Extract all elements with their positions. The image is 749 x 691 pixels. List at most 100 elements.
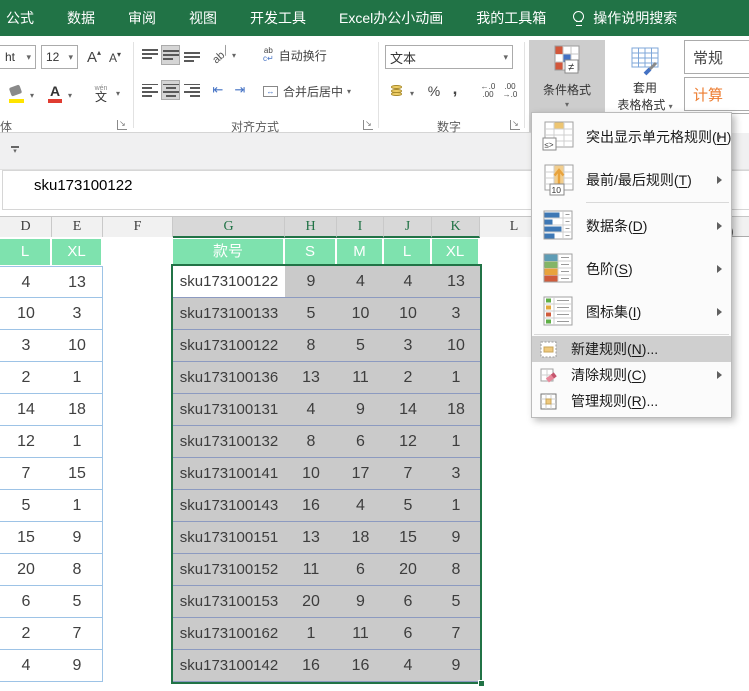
right-table-cell[interactable]: 6 (384, 586, 433, 618)
right-table-cell[interactable]: 5 (285, 298, 338, 330)
left-table-cell[interactable]: 15 (52, 458, 103, 490)
right-table-cell[interactable]: 1 (432, 490, 481, 522)
right-table-cell[interactable]: 3 (384, 330, 433, 362)
left-table-cell[interactable]: 10 (0, 298, 53, 330)
menu-item-clear-rules[interactable]: 清除规则(C) (532, 362, 731, 388)
right-table-cell[interactable]: sku173100122 (173, 330, 286, 362)
fill-color-dropdown[interactable]: ▾ (30, 91, 34, 100)
right-table-header-3[interactable]: L (384, 239, 430, 265)
font-dialog-launcher-icon[interactable]: ↘ (117, 120, 127, 130)
right-table-cell[interactable]: 8 (285, 330, 338, 362)
active-cell[interactable]: sku173100122 (173, 266, 286, 298)
right-table-cell[interactable]: 14 (384, 394, 433, 426)
right-table-cell[interactable]: 1 (432, 426, 481, 458)
right-table-cell[interactable]: 3 (432, 298, 481, 330)
right-table-cell[interactable]: 5 (432, 586, 481, 618)
right-table-cell[interactable]: 7 (432, 618, 481, 650)
column-header-H[interactable]: H (285, 217, 337, 238)
column-header-D[interactable]: D (0, 217, 52, 237)
right-table-cell[interactable]: 2 (384, 362, 433, 394)
right-table-cell[interactable]: 7 (384, 458, 433, 490)
number-dialog-launcher-icon[interactable]: ↘ (510, 120, 520, 130)
font-size-combo[interactable]: 12 ▾ (41, 45, 78, 69)
column-header-K[interactable]: K (432, 217, 480, 238)
comma-style-button[interactable]: , (448, 78, 462, 100)
right-table-cell[interactable]: 4 (384, 650, 433, 682)
right-table-cell[interactable]: sku173100153 (173, 586, 286, 618)
tab-formulas[interactable]: 公式 (6, 8, 34, 28)
decrease-indent-button[interactable]: ⇤ (209, 80, 227, 100)
right-table-cell[interactable]: 16 (285, 650, 338, 682)
phonetic-dropdown[interactable]: ▾ (116, 89, 120, 98)
right-table-cell[interactable]: sku173100143 (173, 490, 286, 522)
shrink-font-button[interactable]: A▾ (105, 48, 125, 68)
left-table-cell[interactable]: 13 (52, 266, 103, 298)
right-table-cell[interactable]: 9 (337, 394, 385, 426)
align-center-button[interactable] (161, 80, 180, 100)
font-color-dropdown[interactable]: ▾ (68, 91, 72, 100)
align-top-button[interactable] (140, 45, 159, 65)
column-header-F[interactable]: F (103, 217, 173, 237)
increase-decimal-button[interactable]: ←.0.00 (477, 80, 499, 102)
left-table-cell[interactable]: 5 (0, 490, 53, 522)
tab-data[interactable]: 数据 (67, 8, 95, 28)
cell-style-calculation[interactable]: 计算 (684, 77, 749, 111)
right-table-cell[interactable]: 4 (337, 490, 385, 522)
right-table-cell[interactable]: sku173100142 (173, 650, 286, 682)
left-table-cell[interactable]: 3 (52, 298, 103, 330)
left-table-cell[interactable]: 14 (0, 394, 53, 426)
right-table-cell[interactable]: 20 (285, 586, 338, 618)
left-table-cell[interactable]: 9 (52, 522, 103, 554)
left-table-cell[interactable]: 12 (0, 426, 53, 458)
left-table-cell[interactable]: 8 (52, 554, 103, 586)
align-bottom-button[interactable] (182, 45, 201, 65)
right-table-cell[interactable]: 11 (337, 362, 385, 394)
tab-view[interactable]: 视图 (189, 8, 217, 28)
increase-indent-button[interactable]: ⇥ (231, 80, 249, 100)
right-table-header-1[interactable]: S (285, 239, 335, 265)
right-table-cell[interactable]: 1 (432, 362, 481, 394)
right-table-cell[interactable]: 4 (337, 266, 385, 298)
right-table-cell[interactable]: 18 (432, 394, 481, 426)
right-table-cell[interactable]: 8 (285, 426, 338, 458)
right-table-cell[interactable]: 1 (285, 618, 338, 650)
right-table-cell[interactable]: 13 (285, 362, 338, 394)
left-table-cell[interactable]: 4 (0, 650, 53, 682)
left-table-cell[interactable]: 7 (52, 618, 103, 650)
menu-item-color-scales[interactable]: 色阶(S) (532, 247, 731, 290)
right-table-cell[interactable]: sku173100141 (173, 458, 286, 490)
right-table-cell[interactable]: 16 (337, 650, 385, 682)
right-table-cell[interactable]: 4 (384, 266, 433, 298)
right-table-cell[interactable]: sku173100151 (173, 522, 286, 554)
right-table-cell[interactable]: sku173100136 (173, 362, 286, 394)
menu-item-new-rule[interactable]: 新建规则(N)... (532, 336, 731, 362)
right-table-cell[interactable]: 5 (337, 330, 385, 362)
left-table-cell[interactable]: 2 (0, 362, 53, 394)
left-table-cell[interactable]: 18 (52, 394, 103, 426)
menu-item-manage-rules[interactable]: 管理规则(R)... (532, 388, 731, 414)
right-table-cell[interactable]: 10 (384, 298, 433, 330)
phonetic-guide-button[interactable]: wén 文 (88, 78, 114, 108)
right-table-cell[interactable]: 6 (384, 618, 433, 650)
menu-item-top-bottom-rules[interactable]: 10最前/最后规则(T) (532, 158, 731, 201)
percent-style-button[interactable]: % (424, 80, 444, 102)
font-name-combo[interactable]: ht ▾ (0, 45, 36, 69)
menu-item-icon-sets[interactable]: 图标集(I) (532, 290, 731, 333)
right-table-cell[interactable]: sku173100162 (173, 618, 286, 650)
right-table-cell[interactable]: 13 (432, 266, 481, 298)
right-table-cell[interactable]: sku173100152 (173, 554, 286, 586)
column-header-G[interactable]: G (173, 217, 285, 238)
column-header-I[interactable]: I (337, 217, 384, 238)
menu-item-highlight-cells-rules[interactable]: ≤>突出显示单元格规则(H) (532, 115, 731, 158)
right-table-cell[interactable]: 16 (285, 490, 338, 522)
left-table-cell[interactable]: 3 (0, 330, 53, 362)
fill-color-button[interactable] (4, 82, 28, 106)
left-table-cell[interactable]: 1 (52, 426, 103, 458)
left-table-header-L[interactable]: L (0, 239, 50, 265)
number-format-combo[interactable]: 文本 ▾ (385, 45, 513, 69)
right-table-cell[interactable]: 13 (285, 522, 338, 554)
right-table-header-0[interactable]: 款号 (173, 239, 283, 265)
right-table-cell[interactable]: 8 (432, 554, 481, 586)
left-table-cell[interactable]: 1 (52, 490, 103, 522)
right-table-cell[interactable]: sku173100131 (173, 394, 286, 426)
